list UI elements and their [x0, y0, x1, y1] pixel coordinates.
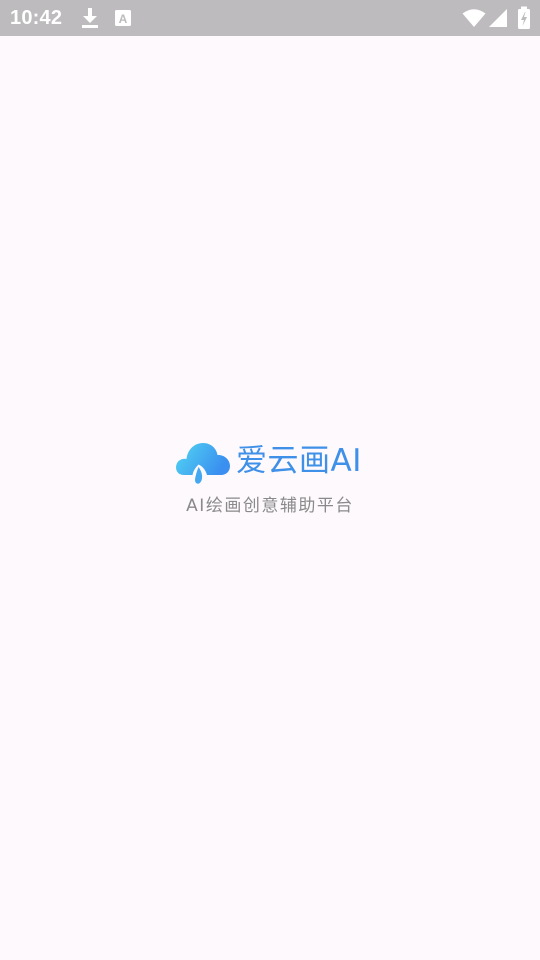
status-bar: 10:42 A	[0, 0, 540, 36]
logo-row: 爱云画AI	[174, 437, 362, 489]
cloud-brush-logo-icon	[174, 439, 232, 489]
battery-charging-icon	[517, 6, 531, 30]
download-icon	[80, 7, 100, 29]
wifi-icon	[462, 8, 486, 28]
font-icon-glyph: A	[119, 12, 128, 26]
tagline: AI绘画创意辅助平台	[186, 496, 354, 516]
font-notification-icon: A	[114, 9, 132, 27]
signal-icon	[488, 8, 508, 28]
splash-screen: 爱云画AI AI绘画创意辅助平台	[0, 437, 540, 527]
brand-name: 爱云画AI	[236, 443, 362, 479]
status-time: 10:42	[10, 7, 63, 29]
